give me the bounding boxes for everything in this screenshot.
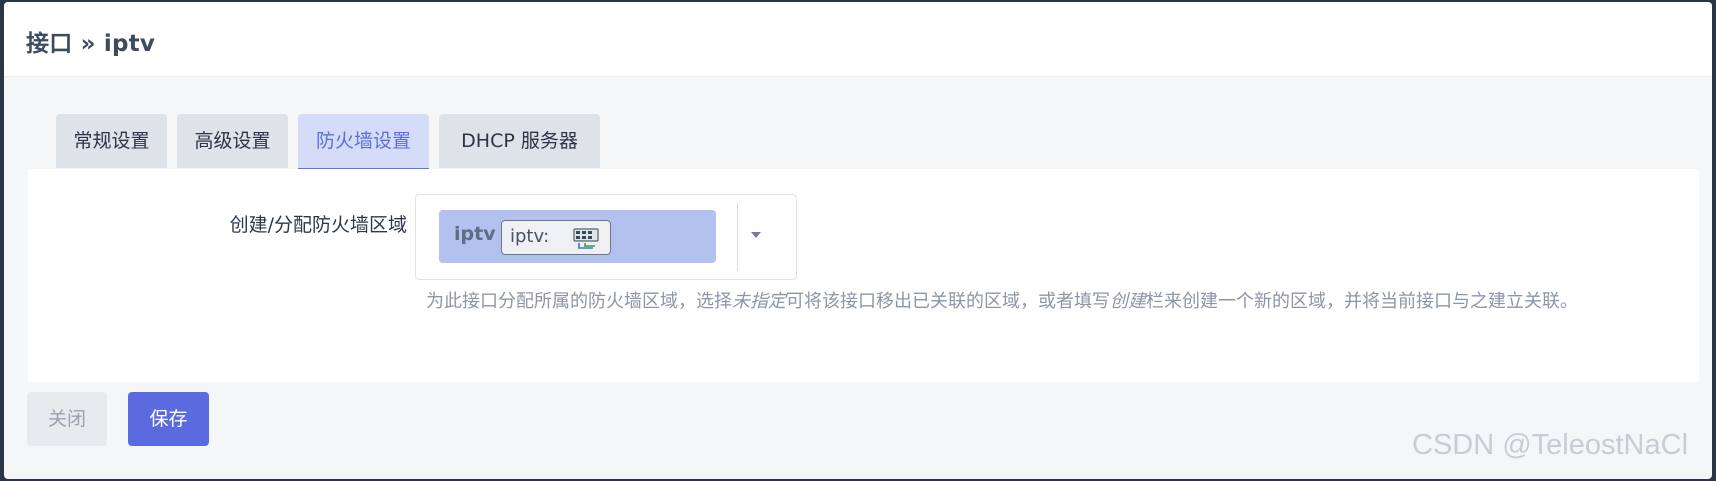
chevron-down-icon[interactable]	[748, 223, 764, 251]
zone-interface-badge: iptv:	[501, 220, 611, 255]
description-unspecified: 未指定	[732, 291, 786, 312]
modal-title: 接口 » iptv	[26, 31, 156, 57]
select-separator	[737, 203, 738, 271]
close-button[interactable]: 关闭	[27, 392, 107, 446]
description-text-1: 为此接口分配所属的防火墙区域，选择	[426, 291, 732, 312]
modal-header: 接口 » iptv	[4, 2, 1712, 77]
selected-zone-chip[interactable]: iptv iptv:	[439, 210, 716, 263]
firewall-zone-select[interactable]: iptv iptv:	[415, 194, 797, 280]
zone-badge-label: iptv:	[510, 226, 550, 247]
firewall-zone-label: 创建/分配防火墙区域	[229, 214, 407, 236]
interface-modal: 接口 » iptv 常规设置 高级设置 防火墙设置 DHCP 服务器 创建/分配…	[4, 2, 1712, 479]
description-text-3: 栏来创建一个新的区域，并将当前接口与之建立关联。	[1146, 291, 1578, 312]
description-text-2: 可将该接口移出已关联的区域，或者填写	[786, 291, 1110, 312]
save-button[interactable]: 保存	[128, 392, 209, 446]
tab-advanced[interactable]: 高级设置	[177, 114, 288, 168]
watermark: CSDN @TeleostNaCl	[1412, 429, 1689, 461]
firewall-zone-description: 为此接口分配所属的防火墙区域，选择未指定可将该接口移出已关联的区域，或者填写创建…	[426, 290, 1676, 314]
zone-name: iptv	[454, 223, 496, 245]
network-ports-icon	[573, 228, 599, 254]
tab-general[interactable]: 常规设置	[56, 114, 167, 168]
firewall-settings-panel: 创建/分配防火墙区域 iptv iptv: 为此接口分配所属的防火墙区域，选择未…	[28, 169, 1699, 382]
tab-firewall[interactable]: 防火墙设置	[298, 114, 429, 171]
description-create: 创建	[1110, 291, 1146, 312]
tab-dhcp-server[interactable]: DHCP 服务器	[439, 114, 600, 168]
